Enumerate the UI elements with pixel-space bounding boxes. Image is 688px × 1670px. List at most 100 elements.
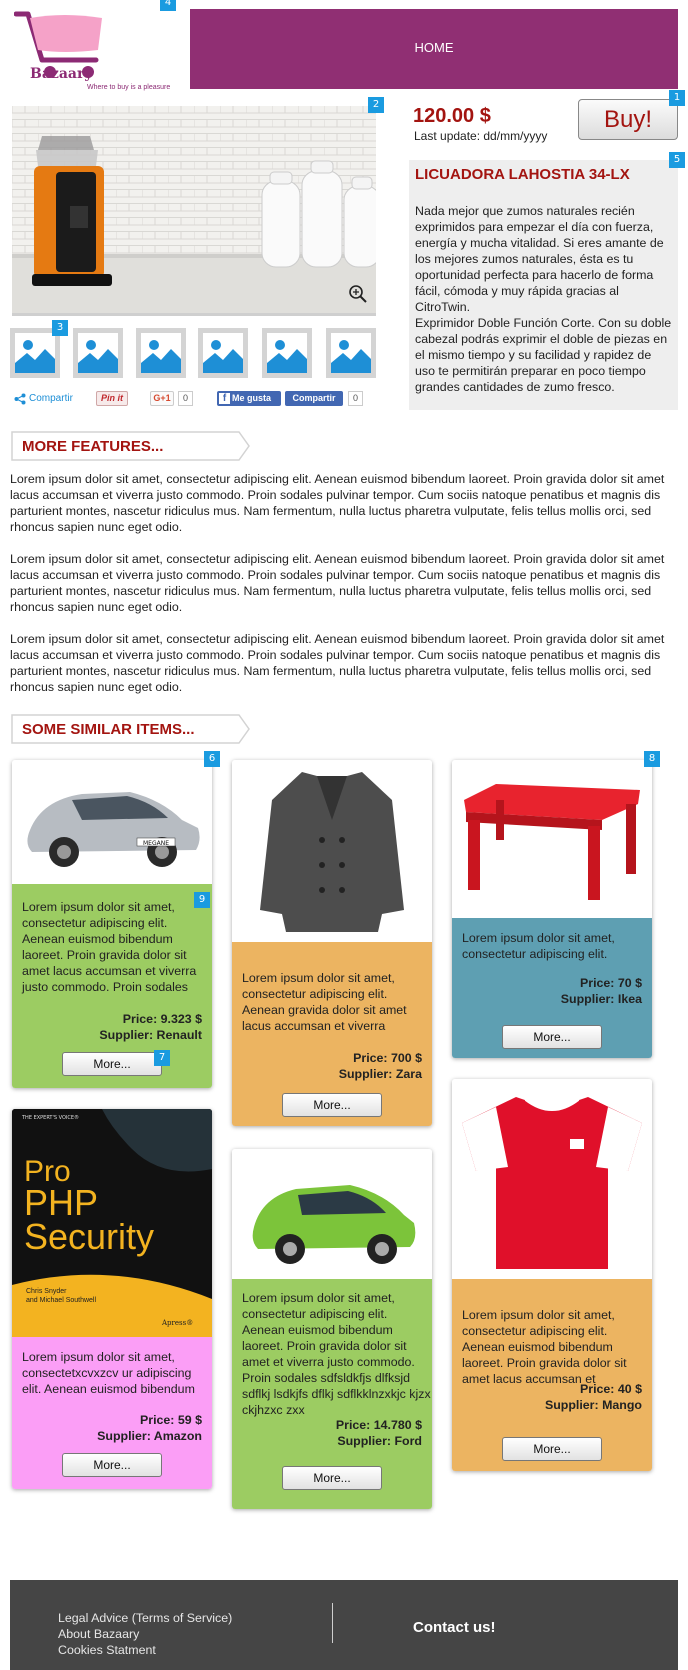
thumbnail-4[interactable]: [198, 328, 248, 378]
item-card-zara: Lorem ipsum dolor sit amet, consectetur …: [232, 760, 432, 1126]
thumbnail-2[interactable]: [73, 328, 123, 378]
feature-paragraph: Lorem ipsum dolor sit amet, consectetur …: [10, 552, 665, 614]
product-main-image[interactable]: [12, 106, 376, 316]
item-price: Price: 40 $: [580, 1382, 642, 1396]
logo[interactable]: Bazaary Where to buy is a pleasure: [10, 4, 185, 91]
gplus-button[interactable]: G+1: [150, 391, 174, 406]
facebook-like-button[interactable]: f Me gusta: [217, 391, 281, 406]
item-description: Lorem ipsum dolor sit amet, consectetxcv…: [22, 1350, 195, 1396]
item-card-mango: Lorem ipsum dolor sit amet, consectetur …: [452, 1079, 652, 1471]
feature-paragraph: Lorem ipsum dolor sit amet, consectetur …: [10, 472, 665, 534]
red-table-image: [464, 784, 640, 900]
facebook-share-count: 0: [348, 391, 363, 406]
share-icon[interactable]: [14, 393, 26, 405]
image-placeholder-icon: [78, 333, 118, 373]
item-image[interactable]: MEGANE: [12, 760, 212, 884]
book-series: THE EXPERT'S VOICE®: [21, 1114, 79, 1121]
marker-6: 6: [204, 751, 220, 767]
item-supplier: Supplier: Ford: [337, 1434, 422, 1448]
item-card-body: Lorem ipsum dolor sit amet, consectetur …: [452, 918, 652, 1058]
item-card-renault: MEGANE Lorem ipsum dolor sit amet, conse…: [12, 760, 212, 1088]
buy-button[interactable]: Buy!: [578, 99, 678, 140]
juicer-photo: [12, 106, 376, 313]
footer: Legal Advice (Terms of Service) About Ba…: [10, 1580, 678, 1670]
image-placeholder-icon: [15, 333, 55, 373]
item-card-body: Lorem ipsum dolor sit amet, consectetxcv…: [12, 1337, 212, 1489]
feature-paragraph: Lorem ipsum dolor sit amet, consectetur …: [10, 632, 665, 694]
item-description: Lorem ipsum dolor sit amet, consectetur …: [462, 931, 615, 961]
book-cover-image: THE EXPERT'S VOICE® Pro PHP Security Chr…: [12, 1109, 212, 1337]
share-link[interactable]: Compartir: [29, 393, 73, 404]
logo-name: Bazaary: [30, 66, 93, 82]
red-shirt-image: [462, 1097, 642, 1269]
item-card-body: Lorem ipsum dolor sit amet, consectetur …: [232, 942, 432, 1126]
last-update: Last update: dd/mm/yyyy: [414, 129, 548, 143]
item-description: Lorem ipsum dolor sit amet, consectetur …: [22, 900, 197, 994]
top-navigation: HOME: [190, 9, 678, 89]
item-price: Price: 9.323 $: [122, 1012, 202, 1026]
marker-4: 4: [160, 0, 176, 11]
product-price: 120.00 $: [413, 105, 491, 127]
thumbnail-3[interactable]: [136, 328, 186, 378]
product-description: Nada mejor que zumos naturales recién ex…: [415, 204, 672, 394]
image-placeholder-icon: [203, 333, 243, 373]
item-card-body: Lorem ipsum dolor sit amet, consectetur …: [12, 884, 212, 1088]
image-placeholder-icon: [267, 333, 307, 373]
car-green-image: [252, 1185, 416, 1264]
more-features-title: MORE FEATURES...: [22, 438, 164, 455]
item-price: Price: 70 $: [580, 976, 642, 990]
license-plate: MEGANE: [143, 840, 169, 847]
item-image[interactable]: [452, 760, 652, 918]
item-image[interactable]: [452, 1079, 652, 1279]
thumbnail-6[interactable]: [326, 328, 376, 378]
facebook-icon: f: [219, 393, 230, 404]
item-supplier: Supplier: Amazon: [97, 1429, 202, 1443]
book-title-3: Security: [24, 1216, 154, 1257]
legal-advice-link[interactable]: Legal Advice (Terms of Service): [58, 1611, 232, 1625]
facebook-share-button[interactable]: Compartir: [285, 391, 343, 406]
marker-5: 5: [669, 152, 685, 168]
more-button[interactable]: More...: [502, 1437, 602, 1461]
book-authors-1: Chris Snyder: [26, 1288, 67, 1295]
product-description-box: LICUADORA LAHOSTIA 34-LX Nada mejor que …: [409, 160, 678, 410]
footer-divider: [332, 1603, 333, 1643]
item-supplier: Supplier: Mango: [544, 1398, 642, 1412]
item-price: Price: 700 $: [353, 1051, 422, 1065]
more-button[interactable]: More...: [502, 1025, 602, 1049]
cookies-link[interactable]: Cookies Statment: [58, 1643, 156, 1657]
item-price: Price: 59 $: [140, 1413, 202, 1427]
zoom-icon[interactable]: [348, 284, 368, 304]
about-link[interactable]: About Bazaary: [58, 1627, 139, 1641]
gplus-count: 0: [178, 391, 193, 406]
share-bar: Compartir Pin it G+1 0 f Me gusta Compar…: [10, 390, 380, 408]
similar-items-title: SOME SIMILAR ITEMS...: [22, 721, 195, 738]
more-button[interactable]: More...: [62, 1052, 162, 1076]
item-card-amazon: THE EXPERT'S VOICE® Pro PHP Security Chr…: [12, 1109, 212, 1489]
item-card-body: Lorem ipsum dolor sit amet, consectetur …: [232, 1279, 432, 1509]
item-image[interactable]: THE EXPERT'S VOICE® Pro PHP Security Chr…: [12, 1109, 212, 1337]
item-supplier: Supplier: Ikea: [560, 992, 642, 1006]
book-publisher: Apress®: [161, 1319, 193, 1327]
car-silver-image: MEGANE: [27, 792, 200, 867]
contact-us-link[interactable]: Contact us!: [413, 1619, 496, 1636]
item-supplier: Supplier: Renault: [99, 1028, 202, 1042]
marker-7: 7: [154, 1050, 170, 1066]
more-button[interactable]: More...: [282, 1466, 382, 1490]
more-button[interactable]: More...: [62, 1453, 162, 1477]
marker-1: 1: [669, 90, 685, 106]
item-description: Lorem ipsum dolor sit amet, consectetur …: [242, 971, 407, 1033]
more-button[interactable]: More...: [282, 1093, 382, 1117]
nav-home-link[interactable]: HOME: [190, 40, 678, 55]
book-authors-2: and Michael Southwell: [26, 1297, 96, 1304]
marker-9: 9: [194, 892, 210, 908]
item-image[interactable]: [232, 760, 432, 942]
pinit-button[interactable]: Pin it: [96, 391, 128, 406]
item-card-body: Lorem ipsum dolor sit amet, consectetur …: [452, 1279, 652, 1471]
item-card-ford: Lorem ipsum dolor sit amet, consectetur …: [232, 1149, 432, 1509]
marker-2: 2: [368, 97, 384, 113]
item-image[interactable]: [232, 1149, 432, 1279]
logo-tagline: Where to buy is a pleasure: [87, 84, 171, 91]
thumbnail-5[interactable]: [262, 328, 312, 378]
item-description: Lorem ipsum dolor sit amet, consectetur …: [242, 1291, 431, 1417]
marker-8: 8: [644, 751, 660, 767]
